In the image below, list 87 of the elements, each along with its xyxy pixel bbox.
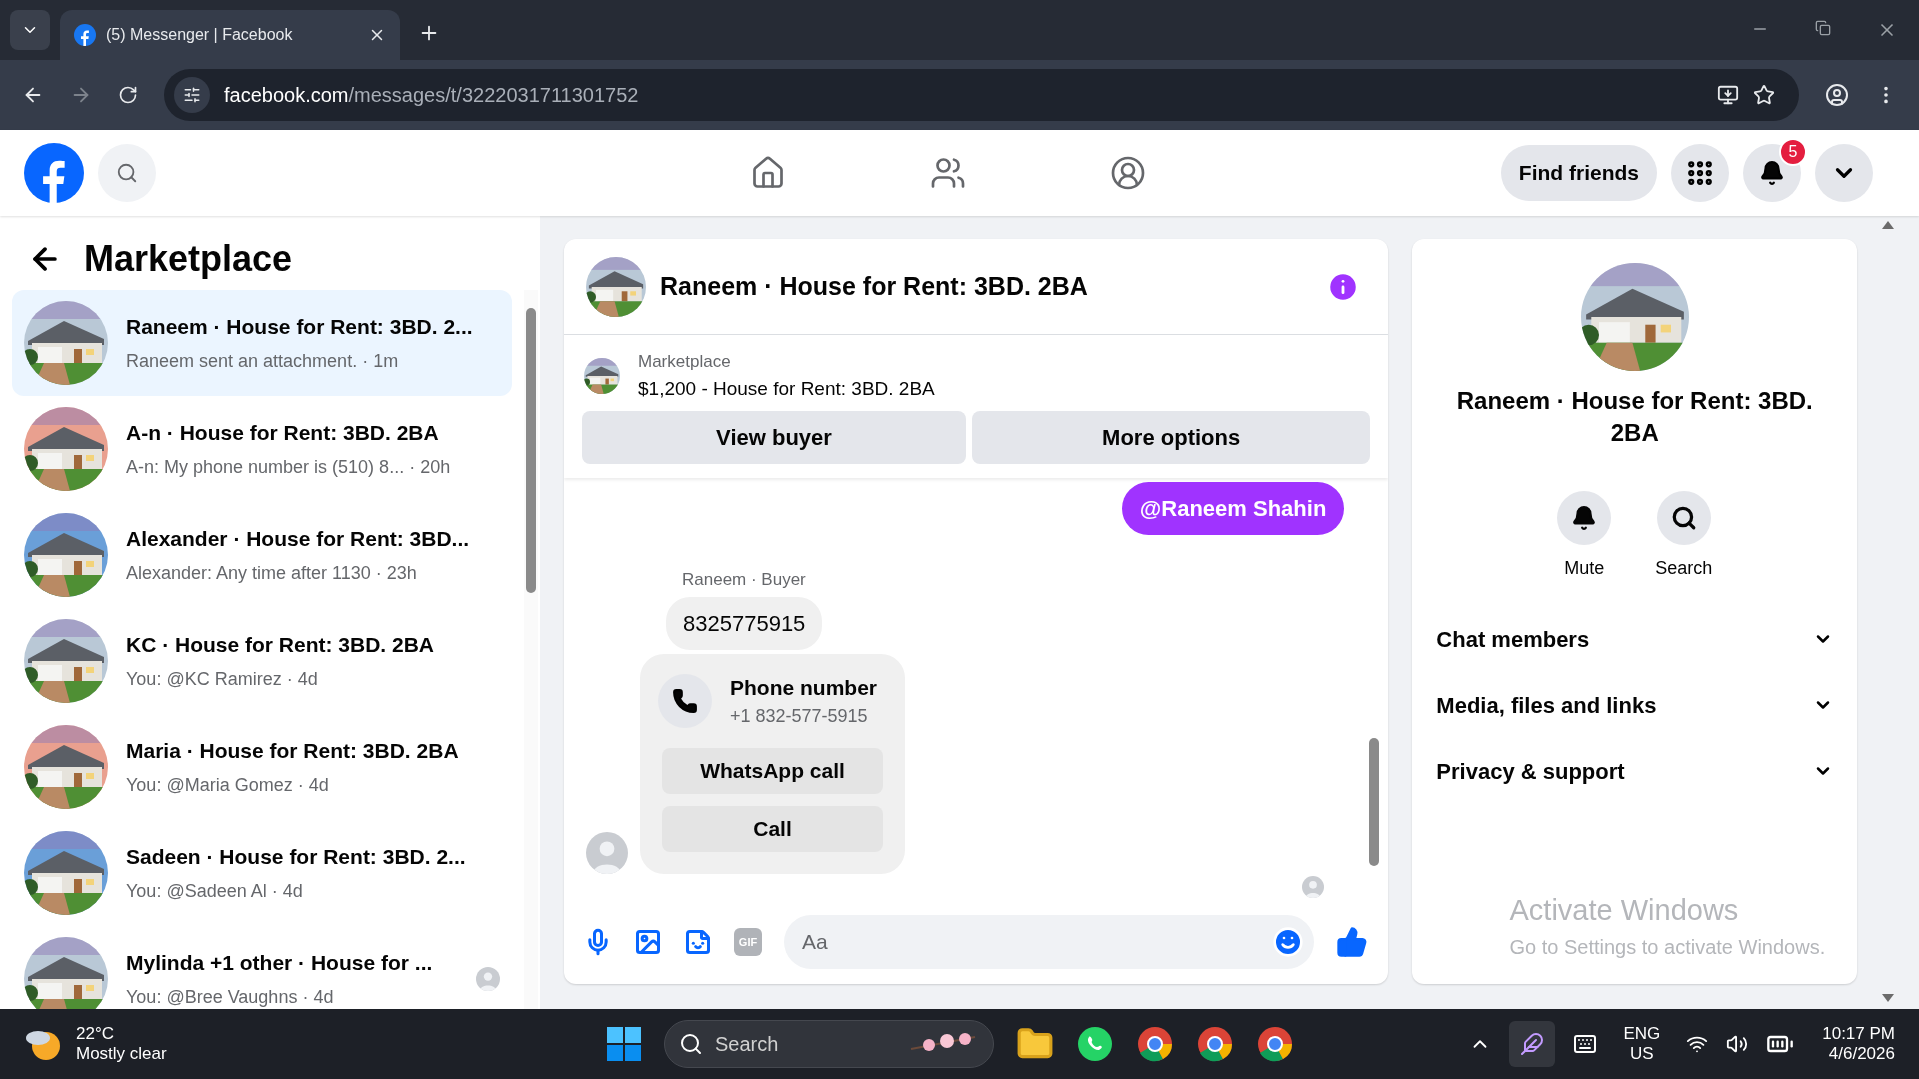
- conversation-item[interactable]: A-n · House for Rent: 3BD. 2BA A-n: My phone number is (510) 8... · 20h: [12, 396, 512, 502]
- phone-icon: [672, 687, 698, 714]
- groups-icon[interactable]: [1110, 155, 1146, 191]
- conversation-title: Maria · House for Rent: 3BD. 2BA: [126, 737, 460, 764]
- conversation-item[interactable]: Alexander · House for Rent: 3BD... Alexander: Any time after 1130 · 23h: [12, 502, 512, 608]
- site-info-icon[interactable]: [183, 86, 201, 104]
- install-icon[interactable]: [1717, 84, 1739, 106]
- listing-title[interactable]: $1,200 - House for Rent: 3BD. 2BA: [638, 374, 935, 403]
- pen-icon[interactable]: [1520, 1032, 1545, 1056]
- phone-number: +1 832-577-5915: [730, 705, 869, 728]
- sticker-icon[interactable]: [684, 928, 712, 956]
- conversation-title: Alexander · House for Rent: 3BD...: [126, 525, 471, 552]
- search-icon: [116, 162, 138, 184]
- section-header[interactable]: Chat members: [1436, 606, 1834, 672]
- activation-title: Activate Windows: [1509, 892, 1740, 928]
- received-message: 8325775915: [666, 596, 823, 650]
- region[interactable]: US: [1630, 1044, 1654, 1064]
- chrome-icon[interactable]: [1256, 1025, 1294, 1063]
- clock-time[interactable]: 10:17 PM: [1822, 1024, 1895, 1044]
- reload-icon[interactable]: [118, 85, 138, 105]
- search-icon: [1670, 505, 1697, 531]
- avatar: [1302, 876, 1325, 898]
- conversation-item[interactable]: Sadeen · House for Rent: 3BD. 2... You: @Sadeen Al · 4d: [12, 820, 512, 926]
- conversation-preview: A-n: My phone number is (510) 8... · 20h: [126, 456, 452, 480]
- conversation-title: KC · House for Rent: 3BD. 2BA: [126, 631, 436, 658]
- taskbar-search[interactable]: Search: [664, 1020, 994, 1068]
- emoji-icon[interactable]: [1272, 926, 1305, 958]
- conversation-item[interactable]: Raneem · House for Rent: 3BD. 2... Raneem sent an attachment. · 1m: [12, 290, 512, 396]
- facebook-logo[interactable]: [24, 143, 84, 203]
- keyboard-icon[interactable]: [1573, 1032, 1598, 1056]
- windows-icon[interactable]: [606, 1026, 642, 1062]
- listing-label: Marketplace: [638, 351, 732, 373]
- weather-text: Mostly clear: [76, 1044, 167, 1064]
- conversation-preview: Alexander: Any time after 1130 · 23h: [126, 562, 418, 586]
- sent-message: @Raneem Shahin: [1121, 482, 1345, 535]
- home-icon[interactable]: [750, 155, 786, 191]
- friends-icon[interactable]: [930, 155, 966, 191]
- sender-label: Raneem · Buyer: [682, 569, 806, 591]
- bell-icon: [1759, 160, 1785, 186]
- temperature: 22°C: [76, 1024, 115, 1044]
- conversation-title: Raneem · House for Rent: 3BD. 2...: [126, 313, 474, 340]
- sidebar-title: Marketplace: [84, 237, 293, 281]
- conversation-title: Sadeen · House for Rent: 3BD. 2...: [126, 843, 467, 870]
- find-friends-button[interactable]: Find friends: [1500, 145, 1657, 201]
- scrollbar[interactable]: [524, 290, 538, 1009]
- photo-icon[interactable]: [634, 928, 662, 956]
- clock-date[interactable]: 4/6/2026: [1828, 1044, 1895, 1064]
- more-options-button[interactable]: More options: [972, 411, 1371, 464]
- conversation-item[interactable]: KC · House for Rent: 3BD. 2BA You: @KC Ramirez · 4d: [12, 608, 512, 714]
- address-bar[interactable]: facebook.com/messages/t/3222031711301752: [164, 69, 1799, 121]
- conversation-preview: You: @Sadeen Al · 4d: [126, 880, 304, 904]
- tab-title: (5) Messenger | Facebook: [106, 25, 294, 45]
- activation-hint: Go to Settings to activate Windows.: [1509, 935, 1826, 960]
- url-text: facebook.com/messages/t/3222031711301752: [224, 83, 640, 108]
- section-header[interactable]: Media, files and links: [1436, 672, 1834, 738]
- phone-card-title: Phone number: [730, 674, 877, 701]
- conversation-item[interactable]: Maria · House for Rent: 3BD. 2BA You: @Maria Gomez · 4d: [12, 714, 512, 820]
- chat-title: Raneem · House for Rent: 3BD. 2BA: [660, 270, 1089, 302]
- details-title: Raneem · House for Rent: 3BD. 2BA: [1455, 386, 1814, 448]
- site-icon: [74, 24, 96, 46]
- section-header[interactable]: Privacy & support: [1436, 738, 1834, 804]
- conversation-preview: Raneem sent an attachment. · 1m: [126, 350, 400, 374]
- whatsapp-call-button[interactable]: WhatsApp call: [662, 748, 883, 794]
- conversation-preview: You: @Bree Vaughns · 4d: [126, 986, 335, 1009]
- language[interactable]: ENG: [1623, 1024, 1661, 1044]
- message-input[interactable]: Aa: [784, 915, 1315, 969]
- conversation-title: A-n · House for Rent: 3BD. 2BA: [126, 419, 440, 446]
- conversation-title: Mylinda +1 other · House for ...: [126, 949, 434, 976]
- avatar: [586, 832, 628, 874]
- search-icon: [679, 1032, 703, 1056]
- grid-icon: [1685, 158, 1715, 188]
- conversation-preview: You: @KC Ramirez · 4d: [126, 668, 319, 692]
- avatar: [476, 967, 500, 991]
- conversation-preview: You: @Maria Gomez · 4d: [126, 774, 330, 798]
- chrome-icon[interactable]: [1196, 1025, 1234, 1063]
- view-buyer-button[interactable]: View buyer: [582, 411, 966, 464]
- like-icon[interactable]: [1336, 926, 1369, 958]
- restore-icon[interactable]: [1815, 20, 1831, 36]
- chrome-icon[interactable]: [1136, 1025, 1174, 1063]
- browser-tab[interactable]: (5) Messenger | Facebook: [60, 10, 400, 60]
- bell-icon: [1571, 505, 1598, 531]
- profile-icon[interactable]: [1825, 83, 1849, 107]
- call-button[interactable]: Call: [662, 806, 883, 852]
- volume-icon[interactable]: [1726, 1033, 1749, 1055]
- bookmark-icon[interactable]: [1753, 84, 1775, 106]
- notification-badge: 5: [1779, 138, 1807, 166]
- whatsapp-icon[interactable]: [1076, 1025, 1114, 1063]
